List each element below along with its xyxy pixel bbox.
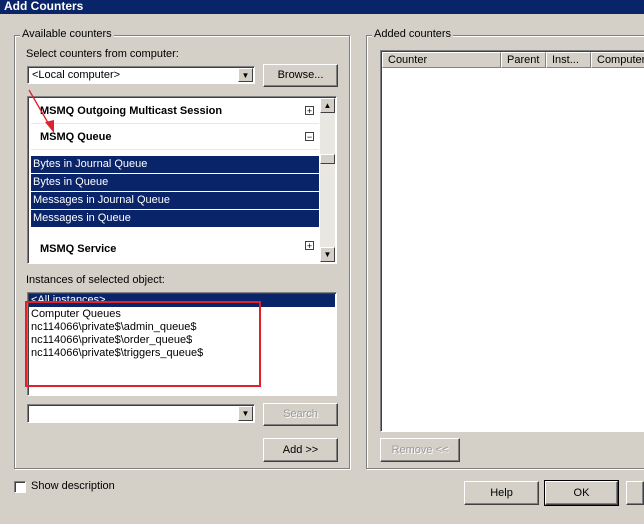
added-counters-label: Added counters	[372, 28, 454, 40]
expand-icon[interactable]: +	[305, 241, 314, 251]
help-button[interactable]: Help	[464, 481, 539, 505]
search-dropdown[interactable]: ▼	[27, 404, 255, 423]
chevron-down-icon[interactable]: ▼	[238, 406, 253, 421]
expand-icon[interactable]: +	[305, 106, 314, 116]
column-header-instance[interactable]: Inst...	[546, 52, 591, 68]
counter-item[interactable]: Bytes in Journal Queue	[31, 156, 319, 173]
remove-button[interactable]: Remove <<	[380, 438, 460, 462]
category-label: MSMQ Service	[40, 243, 117, 255]
column-header-counter[interactable]: Counter	[382, 52, 501, 68]
scroll-up-icon[interactable]: ▲	[320, 98, 335, 113]
window-title: Add Counters	[0, 0, 644, 14]
scroll-down-icon[interactable]: ▼	[320, 247, 335, 262]
add-button[interactable]: Add >>	[263, 438, 338, 462]
show-description-checkbox[interactable]	[14, 481, 26, 493]
annotation-arrow	[28, 89, 54, 133]
counters-list[interactable]: MSMQ Outgoing Multicast Session + MSMQ Q…	[27, 96, 337, 264]
counter-item[interactable]: Messages in Journal Queue	[31, 192, 319, 209]
counter-item[interactable]: Messages in Queue	[31, 210, 319, 227]
added-counters-list[interactable]: Counter Parent Inst... Computer	[380, 50, 644, 432]
annotation-highlight-box	[25, 301, 261, 387]
browse-button[interactable]: Browse...	[263, 64, 338, 87]
chevron-down-icon[interactable]: ▼	[238, 68, 253, 82]
column-header-parent[interactable]: Parent	[501, 52, 546, 68]
computer-select-label: Select counters from computer:	[26, 48, 179, 60]
instances-label: Instances of selected object:	[26, 274, 165, 286]
show-description-label[interactable]: Show description	[31, 480, 115, 492]
computer-dropdown-value: <Local computer>	[32, 69, 121, 81]
category-label: MSMQ Outgoing Multicast Session	[40, 105, 223, 117]
counter-category-row[interactable]: MSMQ Queue −	[31, 125, 319, 150]
counters-scrollbar[interactable]: ▲ ▼	[320, 98, 335, 262]
search-button[interactable]: Search	[263, 403, 338, 426]
ok-button[interactable]: OK	[544, 480, 619, 506]
scroll-thumb[interactable]	[320, 154, 335, 164]
counter-category-row[interactable]: MSMQ Outgoing Multicast Session +	[31, 99, 319, 124]
collapse-icon[interactable]: −	[305, 132, 314, 142]
available-counters-label: Available counters	[20, 28, 114, 40]
counter-item[interactable]: Bytes in Queue	[31, 174, 319, 191]
computer-dropdown[interactable]: <Local computer> ▼	[27, 66, 255, 84]
column-header-computer[interactable]: Computer	[591, 52, 644, 68]
cancel-button[interactable]	[626, 481, 644, 505]
counter-category-row[interactable]: MSMQ Service +	[31, 237, 319, 261]
